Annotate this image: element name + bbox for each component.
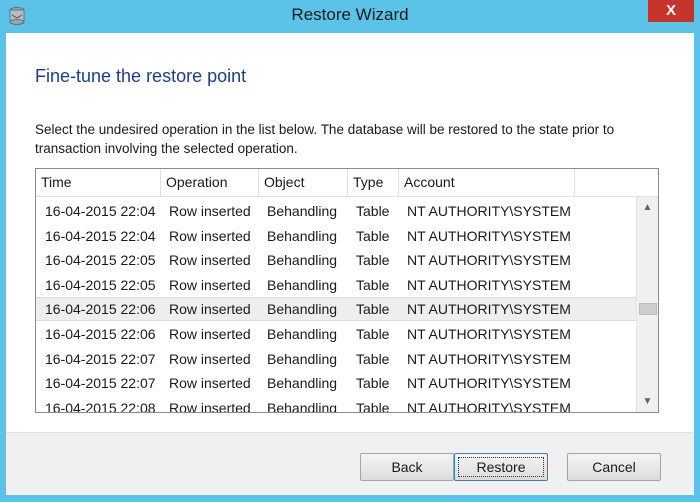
- cell-operation: Row inserted: [169, 375, 251, 391]
- cell-object: Behandling: [267, 203, 338, 219]
- cell-operation: Row inserted: [169, 203, 251, 219]
- cell-operation: Row inserted: [169, 252, 251, 268]
- cell-object: Behandling: [267, 277, 338, 293]
- cell-operation: Row inserted: [169, 228, 251, 244]
- column-header-time[interactable]: Time: [36, 169, 161, 196]
- cell-time: 16-04-2015 22:04: [45, 203, 156, 219]
- instructions-text: Select the undesired operation in the li…: [35, 122, 615, 156]
- cell-object: Behandling: [267, 301, 338, 317]
- cell-account: NT AUTHORITY\SYSTEM: [407, 228, 571, 244]
- cell-time: 16-04-2015 22:07: [45, 375, 156, 391]
- cell-type: Table: [356, 375, 390, 391]
- cell-type: Table: [356, 326, 390, 342]
- cell-account: NT AUTHORITY\SYSTEM: [407, 375, 571, 391]
- cell-type: Table: [356, 277, 390, 293]
- column-header-type[interactable]: Type: [348, 169, 399, 196]
- vertical-scrollbar[interactable]: ▲ ▼: [636, 197, 658, 412]
- cell-account: NT AUTHORITY\SYSTEM: [407, 277, 571, 293]
- list-header: Time Operation Object Type Account: [36, 169, 658, 197]
- page-title: Fine-tune the restore point: [35, 66, 247, 86]
- focus-rectangle: [458, 457, 544, 477]
- cell-object: Behandling: [267, 252, 338, 268]
- table-row[interactable]: 16-04-2015 22:07 Row inserted Behandling Ta…: [36, 371, 636, 395]
- cell-operation: Row inserted: [169, 277, 251, 293]
- cell-account: NT AUTHORITY\SYSTEM: [407, 252, 571, 268]
- table-row[interactable]: 16-04-2015 22:04 Row inserted Behandling Ta…: [36, 224, 636, 248]
- cell-account: NT AUTHORITY\SYSTEM: [407, 351, 571, 367]
- cell-object: Behandling: [267, 400, 338, 412]
- cell-time: 16-04-2015 22:08: [45, 400, 156, 412]
- cancel-button[interactable]: Cancel: [567, 453, 661, 481]
- table-row[interactable]: 16-04-2015 22:07 Row inserted Behandling Ta…: [36, 347, 636, 371]
- cell-time: 16-04-2015 22:06: [45, 301, 156, 317]
- cell-object: Behandling: [267, 326, 338, 342]
- cell-object: Behandling: [267, 228, 338, 244]
- cell-operation: Row inserted: [169, 301, 251, 317]
- column-header-operation[interactable]: Operation: [161, 169, 259, 196]
- cell-account: NT AUTHORITY\SYSTEM: [407, 301, 571, 317]
- cell-type: Table: [356, 400, 390, 412]
- table-row[interactable]: 16-04-2015 22:04 Row inserted Behandling Ta…: [36, 199, 636, 223]
- cell-operation: Row inserted: [169, 326, 251, 342]
- table-row[interactable]: 16-04-2015 22:06 Row inserted Behandling Ta…: [36, 297, 636, 321]
- chevron-up-icon[interactable]: ▲: [639, 199, 656, 216]
- list-body: 16-04-2015 22:04 Row inserted Behandling Ta…: [36, 197, 636, 412]
- title-bar: Restore Wizard X: [0, 0, 700, 33]
- table-row[interactable]: 16-04-2015 22:05 Row inserted Behandling Ta…: [36, 273, 636, 297]
- cell-account: NT AUTHORITY\SYSTEM: [407, 203, 571, 219]
- cell-time: 16-04-2015 22:05: [45, 277, 156, 293]
- operations-list[interactable]: Time Operation Object Type Account 16-04…: [35, 168, 659, 413]
- cell-type: Table: [356, 252, 390, 268]
- cell-operation: Row inserted: [169, 400, 251, 412]
- cell-type: Table: [356, 203, 390, 219]
- window-title: Restore Wizard: [291, 5, 409, 24]
- table-row[interactable]: 16-04-2015 22:06 Row inserted Behandling Ta…: [36, 322, 636, 346]
- cell-account: NT AUTHORITY\SYSTEM: [407, 400, 571, 412]
- back-button[interactable]: Back: [360, 453, 454, 481]
- cell-type: Table: [356, 351, 390, 367]
- cell-time: 16-04-2015 22:04: [45, 228, 156, 244]
- cell-account: NT AUTHORITY\SYSTEM: [407, 326, 571, 342]
- chevron-down-icon[interactable]: ▼: [639, 393, 656, 410]
- cell-object: Behandling: [267, 375, 338, 391]
- close-button[interactable]: X: [648, 0, 694, 22]
- cell-time: 16-04-2015 22:06: [45, 326, 156, 342]
- restore-button[interactable]: Restore: [454, 453, 548, 481]
- cell-time: 16-04-2015 22:05: [45, 252, 156, 268]
- cell-type: Table: [356, 301, 390, 317]
- cell-time: 16-04-2015 22:07: [45, 351, 156, 367]
- column-header-account[interactable]: Account: [399, 169, 575, 196]
- cell-operation: Row inserted: [169, 351, 251, 367]
- column-header-object[interactable]: Object: [259, 169, 348, 196]
- table-row[interactable]: 16-04-2015 22:05 Row inserted Behandling Ta…: [36, 248, 636, 272]
- scrollbar-thumb[interactable]: [639, 303, 657, 315]
- cell-type: Table: [356, 228, 390, 244]
- table-row[interactable]: 16-04-2015 22:08 Row inserted Behandling Ta…: [36, 396, 636, 412]
- cell-object: Behandling: [267, 351, 338, 367]
